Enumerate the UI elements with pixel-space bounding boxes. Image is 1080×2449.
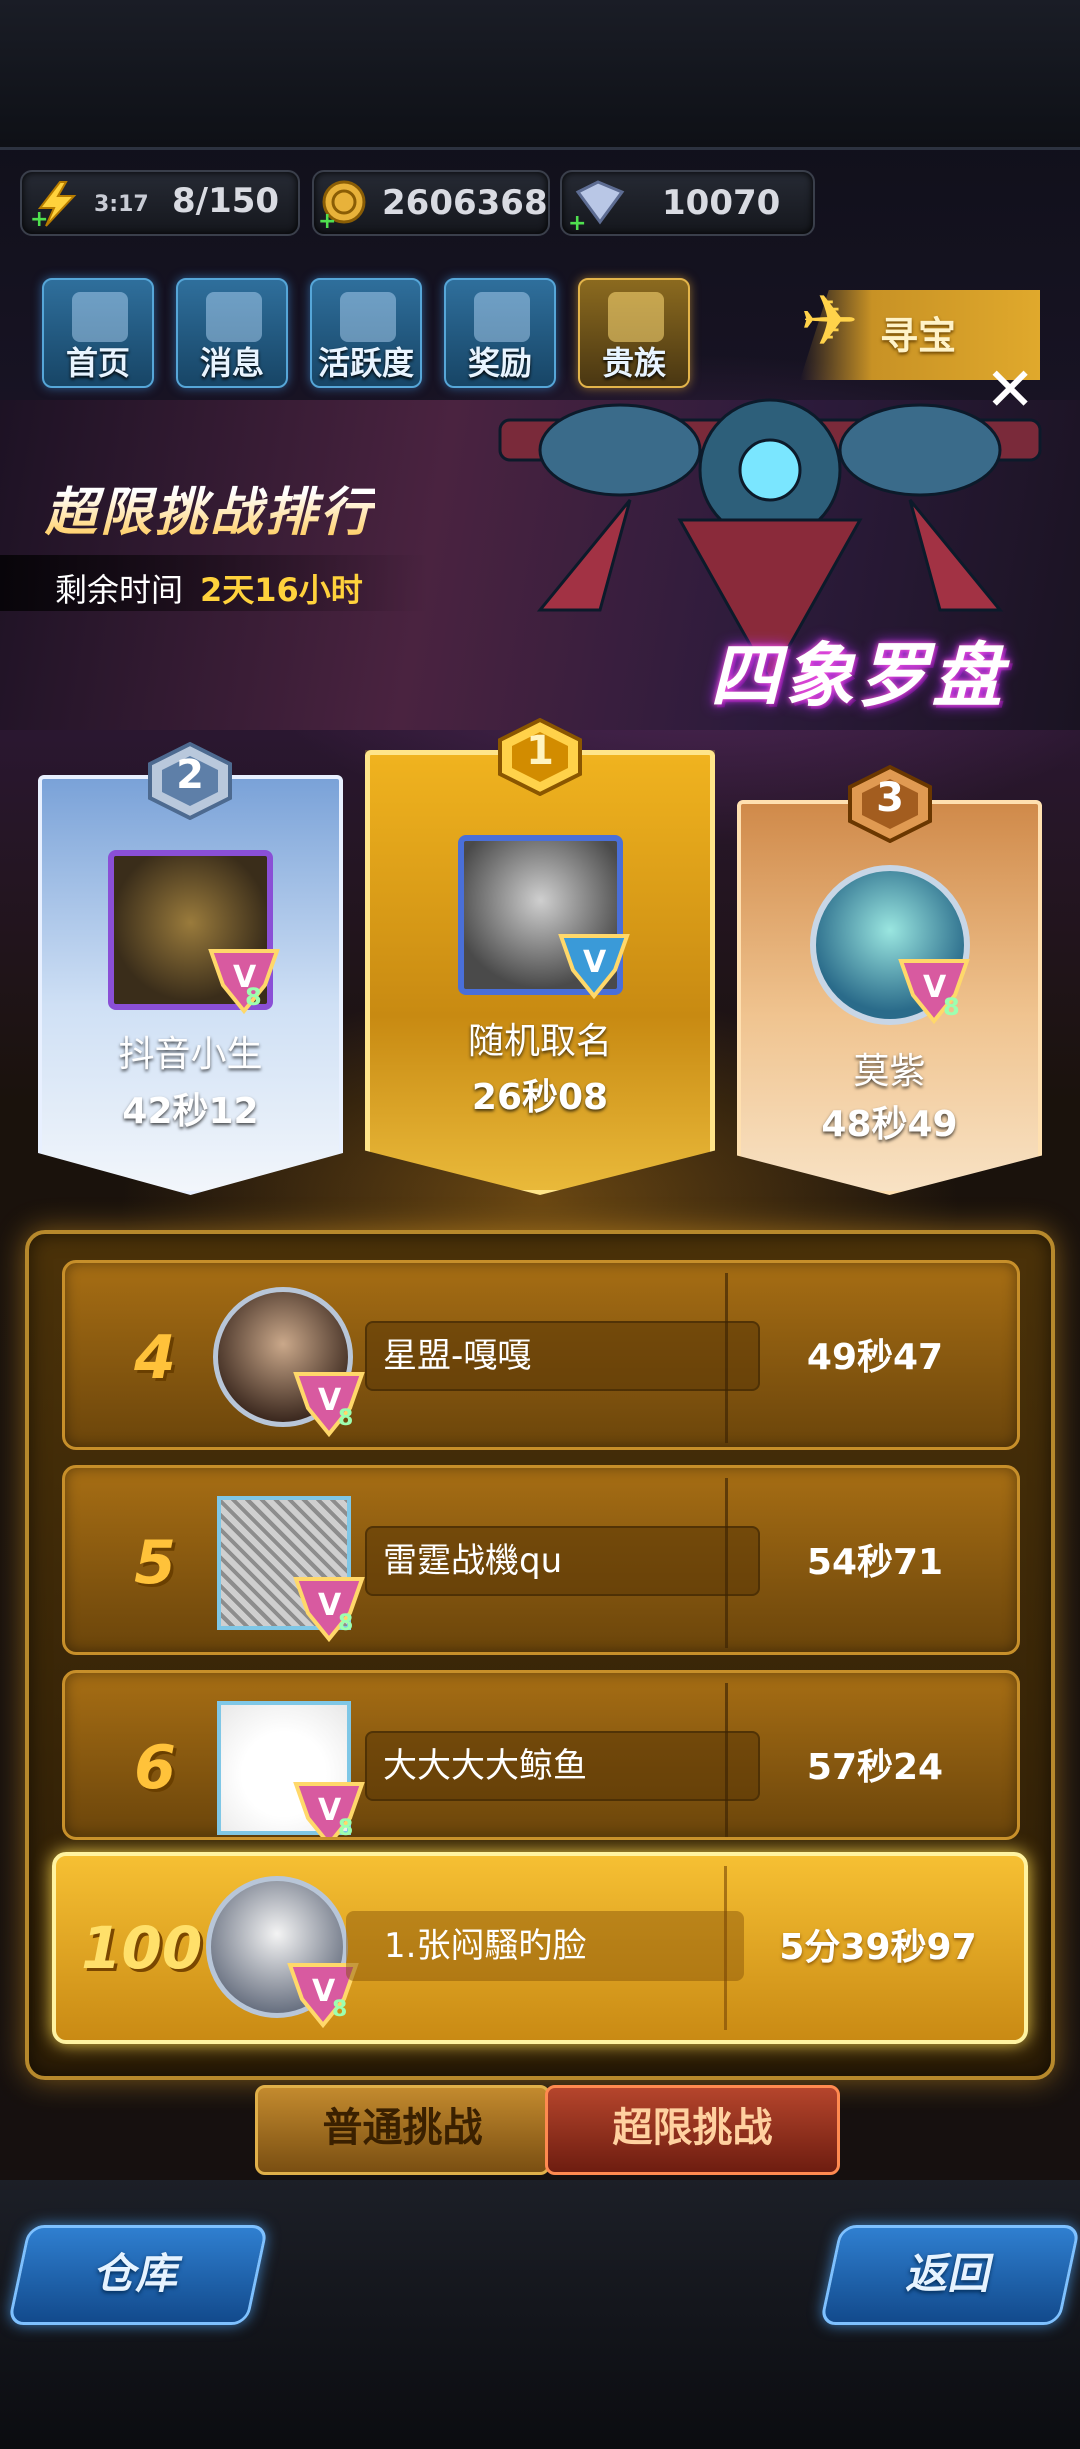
nav-reward[interactable]: 奖励 <box>444 278 556 388</box>
vip-level: 8 <box>245 983 262 1011</box>
vip-level: 8 <box>338 1816 354 1840</box>
player-name: 星盟-嘎嘎 <box>383 1336 532 1376</box>
vip-level: 8 <box>943 993 960 1021</box>
svg-text:+: + <box>568 211 586 232</box>
player-name: 大大大大鲸鱼 <box>383 1746 587 1786</box>
gold-count: 2606368 <box>382 183 548 223</box>
remaining-time-value: 2天16小时 <box>200 571 363 609</box>
podium-rank-2: 2 <box>176 752 204 798</box>
svg-text:+: + <box>318 209 336 230</box>
mail-icon <box>206 292 262 342</box>
nav-activity[interactable]: 活跃度 <box>310 278 422 388</box>
gift-icon <box>474 292 530 342</box>
divider <box>725 1683 728 1837</box>
podium-time-1: 26秒08 <box>471 1077 609 1118</box>
nav-message-label: 消息 <box>199 344 264 382</box>
tab-normal-challenge[interactable]: 普通挑战 <box>255 2085 550 2175</box>
lightning-icon: + <box>30 181 77 228</box>
ship-name: 四象罗盘 <box>710 635 1006 717</box>
coin-icon: + <box>318 180 366 230</box>
home-icon <box>72 292 128 342</box>
vip-badge-icon: V <box>558 934 630 1000</box>
podium-name-1: 随机取名 <box>467 1021 612 1062</box>
vip-level: 8 <box>332 1997 348 2022</box>
treasure-label: 寻宝 <box>880 314 957 358</box>
tab-extreme-challenge[interactable]: 超限挑战 <box>545 2085 840 2175</box>
vip-badge-icon: V <box>898 959 970 1025</box>
my-time: 5分39秒97 <box>779 1927 977 1968</box>
ranking-title: 超限挑战排行 <box>45 470 375 545</box>
warehouse-button[interactable]: 仓库 <box>7 2225 269 2325</box>
nav-reward-label: 奖励 <box>467 344 532 382</box>
gold-bar[interactable]: + 2606368 <box>312 170 550 236</box>
vip-badge-icon: V <box>293 1372 365 1438</box>
vip-badge-icon: V <box>208 949 280 1015</box>
gem-icon: + <box>568 180 625 232</box>
vip-level: 8 <box>338 1406 354 1431</box>
my-rank-row[interactable]: 100+ V 8 1.张闷騷旳脸 5分39秒97 <box>52 1852 1028 2044</box>
player-name: 雷霆战機qu <box>383 1541 563 1581</box>
nav-vip[interactable]: 贵族 <box>578 278 690 388</box>
table-row[interactable]: 6 V 8 大大大大鲸鱼 57秒24 <box>62 1670 1020 1840</box>
podium-time-3: 48秒49 <box>821 1104 958 1145</box>
remaining-time-label: 剩余时间 <box>55 571 184 609</box>
divider <box>724 1866 727 2030</box>
divider <box>725 1478 728 1648</box>
energy-bar[interactable]: + 3:17 8/150 <box>20 170 300 236</box>
gem-count: 10070 <box>662 183 781 223</box>
my-name: 1.张闷騷旳脸 <box>384 1926 587 1966</box>
podium-rank-3: 3 <box>876 775 904 821</box>
nav-activity-label: 活跃度 <box>317 344 414 382</box>
player-time: 49秒47 <box>806 1337 944 1378</box>
fighter-jet-icon: ✈ <box>800 280 859 362</box>
top-frame <box>0 0 1080 150</box>
svg-text:V: V <box>583 945 607 980</box>
table-row[interactable]: 4 V 8 星盟-嘎嘎 49秒47 <box>62 1260 1020 1450</box>
svg-text:+: + <box>30 207 48 228</box>
divider <box>725 1273 728 1443</box>
podium-time-2: 42秒12 <box>122 1091 259 1132</box>
nav-home[interactable]: 首页 <box>42 278 154 388</box>
podium-name-3: 莫紫 <box>853 1051 926 1092</box>
back-button[interactable]: 返回 <box>819 2225 1080 2325</box>
energy-timer: 3:17 <box>94 192 149 217</box>
vip-badge-icon: V <box>293 1782 365 1837</box>
vip-badge-icon: V <box>293 1577 365 1643</box>
vip-level: 8 <box>338 1611 354 1636</box>
player-time: 57秒24 <box>806 1747 944 1788</box>
podium-rank-1: 1 <box>526 728 554 774</box>
nav-message[interactable]: 消息 <box>176 278 288 388</box>
table-row[interactable]: 5 V 8 雷霆战機qu 54秒71 <box>62 1465 1020 1655</box>
vip-icon <box>608 292 664 342</box>
podium-name-2: 抖音小生 <box>118 1034 263 1075</box>
close-button[interactable]: ✕ <box>985 360 1035 420</box>
energy-count: 8/150 <box>172 181 280 221</box>
smile-icon <box>340 292 396 342</box>
gem-bar[interactable]: + 10070 <box>560 170 815 236</box>
player-time: 54秒71 <box>806 1542 944 1583</box>
nav-vip-label: 贵族 <box>601 344 666 382</box>
nav-home-label: 首页 <box>65 344 130 382</box>
